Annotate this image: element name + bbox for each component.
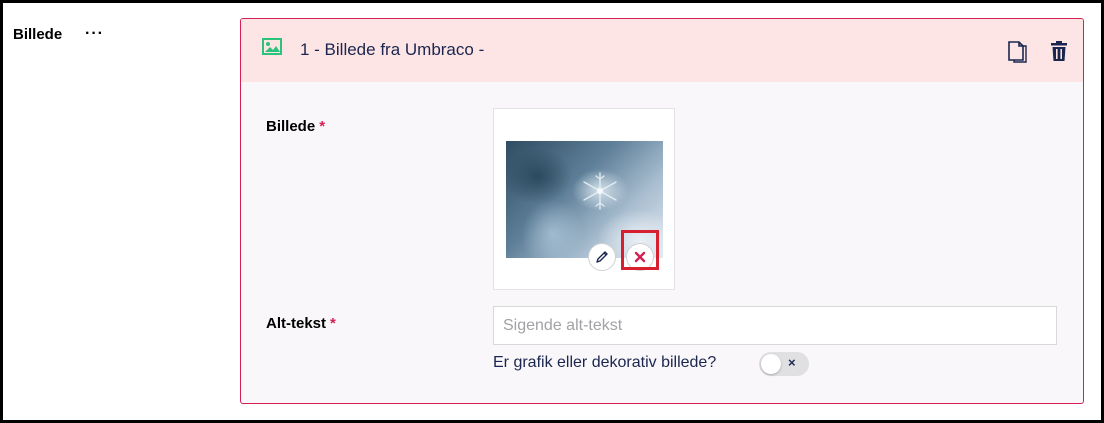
decorative-toggle-label: Er grafik eller dekorativ billede? bbox=[493, 354, 717, 371]
picture-icon bbox=[262, 38, 282, 55]
copy-icon[interactable] bbox=[1006, 39, 1028, 63]
image-thumbnail[interactable] bbox=[506, 141, 663, 258]
screenshot-frame: Billede ··· 1 - Billede fra Umbraco - Bi… bbox=[0, 0, 1104, 423]
toggle-off-icon: × bbox=[788, 355, 796, 370]
edit-image-button[interactable] bbox=[588, 243, 616, 271]
property-label: Billede bbox=[13, 26, 63, 43]
media-picker-card[interactable] bbox=[493, 108, 675, 290]
trash-icon[interactable] bbox=[1048, 39, 1070, 63]
alt-text-input[interactable] bbox=[493, 306, 1057, 345]
block-list-item: 1 - Billede fra Umbraco - Billede * Alt-… bbox=[240, 18, 1084, 404]
pencil-icon bbox=[596, 251, 608, 263]
block-header[interactable]: 1 - Billede fra Umbraco - bbox=[241, 19, 1083, 82]
block-title: 1 - Billede fra Umbraco - bbox=[300, 40, 485, 59]
decorative-toggle[interactable]: × bbox=[759, 352, 809, 376]
toggle-knob bbox=[761, 354, 781, 374]
snowflake-graphic bbox=[583, 172, 617, 210]
image-field-label: Billede * bbox=[266, 118, 325, 135]
required-marker: * bbox=[330, 315, 336, 332]
alt-field-label-text: Alt-tekst bbox=[266, 315, 327, 332]
image-field-label-text: Billede bbox=[266, 118, 316, 135]
property-actions-button[interactable]: ··· bbox=[85, 25, 104, 43]
required-marker: * bbox=[319, 118, 326, 135]
alt-field-label: Alt-tekst * bbox=[266, 315, 336, 332]
close-icon bbox=[634, 251, 646, 263]
remove-image-button[interactable] bbox=[626, 243, 654, 271]
